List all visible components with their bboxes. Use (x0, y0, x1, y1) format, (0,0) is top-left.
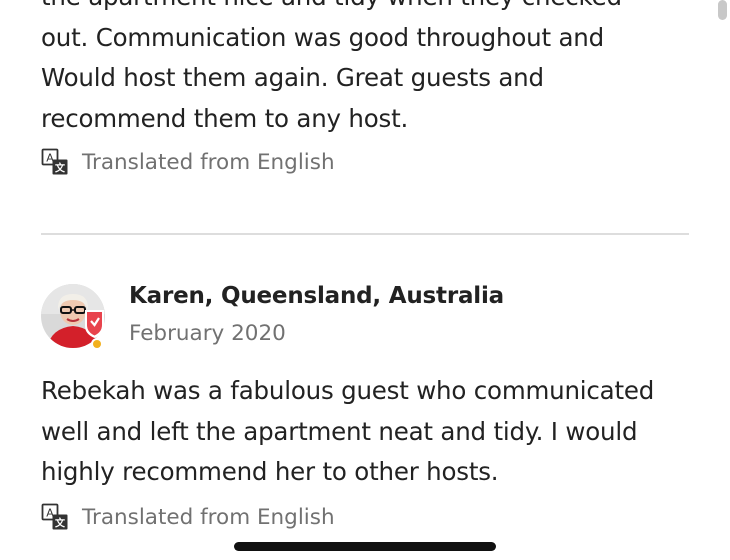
review-text: Rebekah was a fabulous guest who communi… (41, 371, 701, 493)
review-text-line: the apartment nice and tidy when they ch… (41, 0, 701, 18)
review-text: the apartment nice and tidy when they ch… (41, 0, 701, 139)
translated-label: Translated from English (82, 149, 335, 175)
translate-icon: A 文 (41, 148, 68, 175)
review-text-line: out. Communication was good throughout a… (41, 22, 604, 52)
review-text-line: highly recommend her to other hosts. (41, 457, 499, 486)
home-indicator[interactable] (234, 542, 496, 551)
review-date: February 2020 (129, 321, 286, 346)
review-text-line: Rebekah was a fabulous guest who communi… (41, 376, 655, 405)
translated-label: Translated from English (82, 504, 335, 530)
translate-icon: A 文 (41, 503, 68, 530)
translated-note: A 文 Translated from English (41, 503, 335, 531)
reviewer-name: Karen, Queensland, Australia (129, 283, 504, 309)
translated-note: A 文 Translated from English (41, 148, 335, 176)
divider (41, 233, 689, 235)
avatar[interactable] (41, 284, 109, 352)
review-text-line: Would host them again. Great guests and (41, 63, 544, 92)
scrollbar-thumb[interactable] (718, 0, 727, 20)
review-text-line: recommend them to any host. (41, 103, 409, 133)
svg-text:文: 文 (55, 162, 66, 175)
review-text-line: well and left the apartment neat and tid… (41, 416, 638, 446)
svg-text:文: 文 (55, 517, 66, 530)
